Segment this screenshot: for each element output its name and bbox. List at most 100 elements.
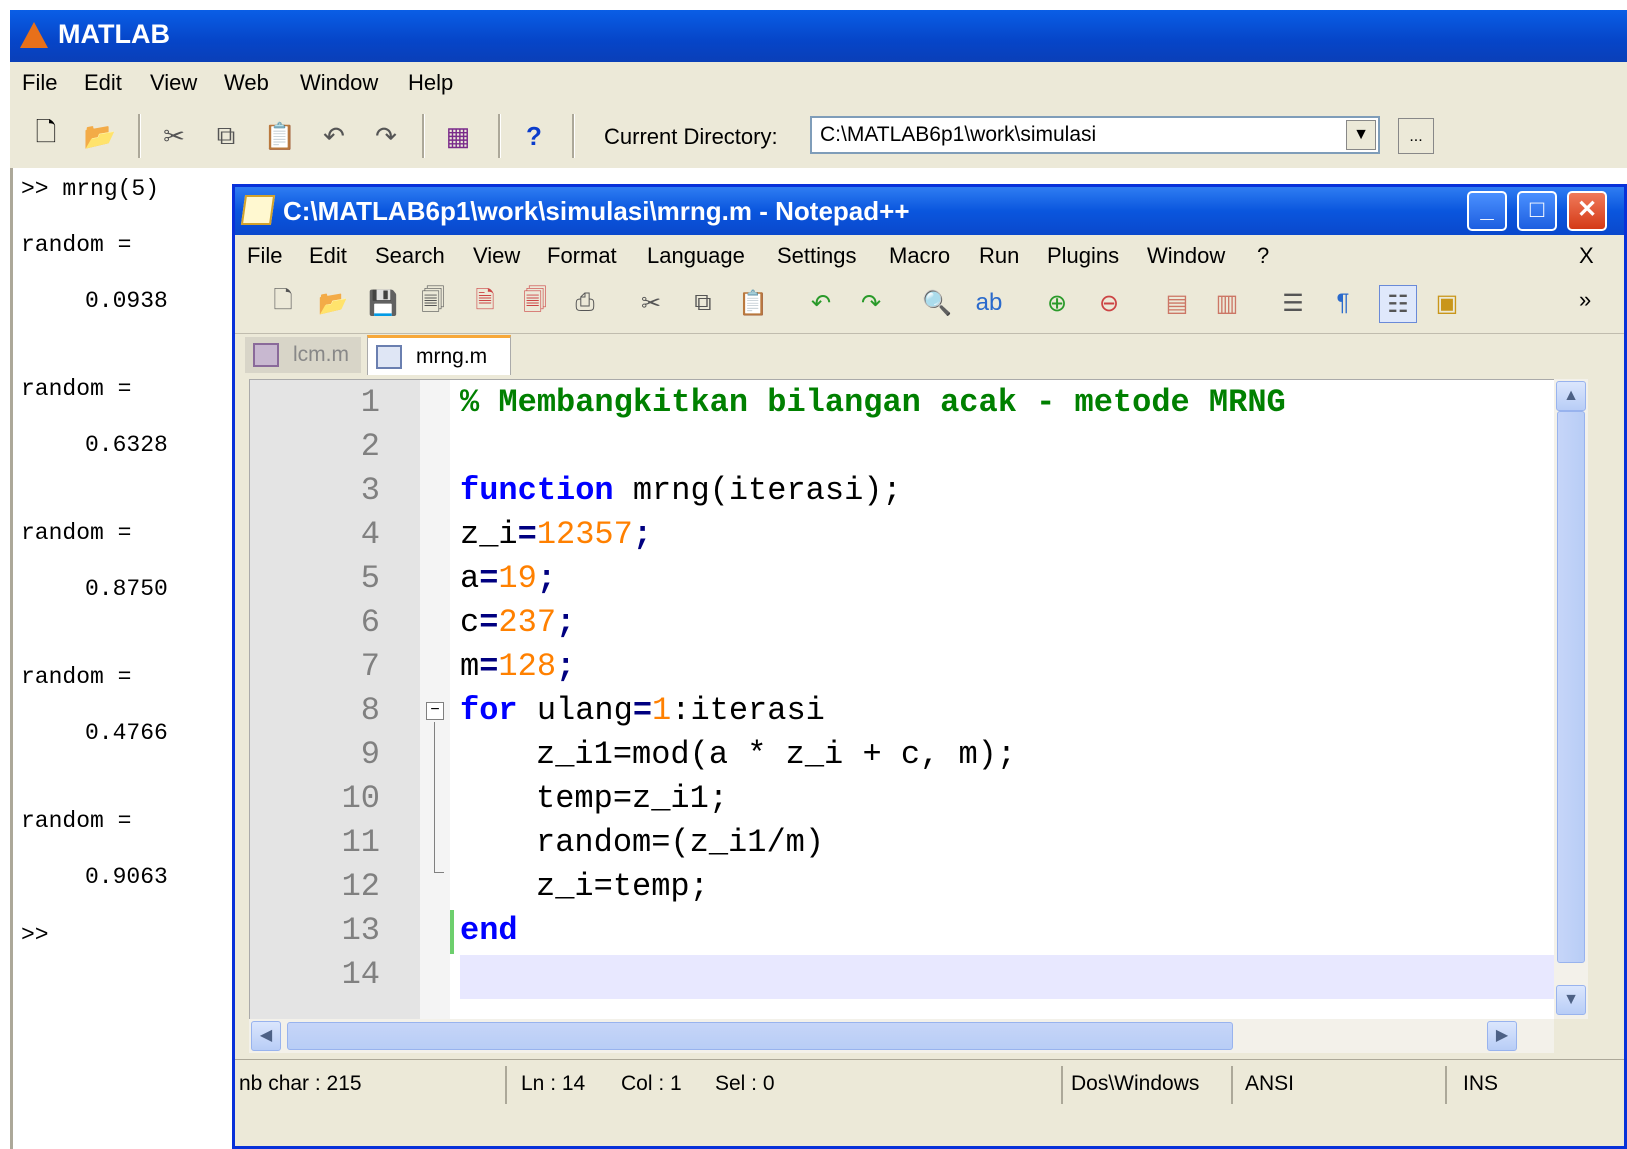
vertical-scroll-thumb[interactable] <box>1557 411 1585 963</box>
matlab-menu-view[interactable]: View <box>150 70 197 96</box>
fold-line <box>434 722 435 872</box>
undo-icon[interactable]: ↶ <box>803 285 839 321</box>
paste-icon[interactable]: 📋 <box>735 285 771 321</box>
sync-horizontal-icon[interactable]: ▥ <box>1209 285 1245 321</box>
line-number: 6 <box>360 604 380 641</box>
cut-icon[interactable]: ✂ <box>156 118 192 154</box>
show-all-characters-icon[interactable]: ¶ <box>1325 285 1361 321</box>
new-file-icon[interactable]: 🗋 <box>265 285 301 321</box>
minimize-button[interactable]: _ <box>1467 191 1507 231</box>
paste-icon[interactable]: 📋 <box>262 118 298 154</box>
toolbar-overflow-button[interactable]: » <box>1579 287 1591 313</box>
redo-icon[interactable]: ↷ <box>368 118 404 154</box>
copy-icon[interactable]: ⧉ <box>685 285 721 321</box>
notepad-menu-help[interactable]: ? <box>1257 243 1269 269</box>
notepad-menu-plugins[interactable]: Plugins <box>1047 243 1119 269</box>
open-file-icon[interactable]: 📂 <box>315 285 351 321</box>
fold-toggle-icon[interactable]: − <box>426 702 444 720</box>
notepad-title-bar[interactable]: C:\MATLAB6p1\work\simulasi\mrng.m - Note… <box>235 187 1624 235</box>
indent-guide-icon[interactable]: ☷ <box>1379 285 1417 323</box>
matlab-menu-file[interactable]: File <box>22 70 57 96</box>
tab-lcm-m[interactable]: lcm.m <box>245 337 361 373</box>
code-text: z_i <box>460 516 518 553</box>
code-line-4: z_i=12357; <box>460 516 653 553</box>
notepad-menu-settings[interactable]: Settings <box>777 243 857 269</box>
notepad-menu-macro[interactable]: Macro <box>889 243 950 269</box>
horizontal-scroll-thumb[interactable] <box>287 1022 1233 1050</box>
open-folder-icon[interactable]: 📂 <box>82 118 118 154</box>
code-text: a <box>460 560 480 597</box>
close-file-icon[interactable]: 🗎 <box>467 285 503 321</box>
status-bar: nb char : 215 Ln : 14 Col : 1 Sel : 0 Do… <box>235 1059 1624 1108</box>
tab-mrng-m[interactable]: mrng.m <box>367 335 511 375</box>
line-number: 1 <box>360 384 380 421</box>
save-all-icon[interactable]: 🗐 <box>415 285 451 321</box>
matlab-menu-help[interactable]: Help <box>408 70 453 96</box>
vertical-scrollbar[interactable]: ▲ ▼ <box>1554 379 1588 1019</box>
notepad-title: C:\MATLAB6p1\work\simulasi\mrng.m - Note… <box>283 196 910 226</box>
file-icon <box>376 344 402 369</box>
help-icon[interactable]: ? <box>516 118 552 154</box>
copy-icon[interactable]: ⧉ <box>208 118 244 154</box>
tab-label: mrng.m <box>416 344 488 368</box>
notepad-menu-bar: File Edit Search View Format Language Se… <box>235 235 1624 277</box>
number: 237 <box>498 604 557 641</box>
close-document-button[interactable]: X <box>1579 243 1594 269</box>
matlab-menu-web[interactable]: Web <box>224 70 269 96</box>
user-defined-language-icon[interactable]: ▣ <box>1429 285 1465 321</box>
replace-icon[interactable]: ab <box>971 285 1007 321</box>
status-separator <box>505 1066 507 1104</box>
status-selection: Sel : 0 <box>715 1072 775 1095</box>
notepad-menu-view[interactable]: View <box>473 243 520 269</box>
notepad-menu-file[interactable]: File <box>247 243 282 269</box>
command-output: 0.0938 <box>85 288 168 314</box>
simulink-icon[interactable]: ▦ <box>440 118 476 154</box>
toolbar-separator <box>422 114 425 158</box>
code-line-8: for ulang=1:iterasi <box>460 692 825 729</box>
matlab-menu-edit[interactable]: Edit <box>84 70 122 96</box>
scroll-up-icon[interactable]: ▲ <box>1556 381 1586 411</box>
new-file-icon[interactable]: 🗋 <box>28 117 64 154</box>
redo-icon[interactable]: ↷ <box>853 285 889 321</box>
current-directory-select[interactable]: C:\MATLAB6p1\work\simulasi ▼ <box>810 116 1380 154</box>
notepad-menu-language[interactable]: Language <box>647 243 745 269</box>
find-icon[interactable]: 🔍 <box>919 285 955 321</box>
status-line: Ln : 14 <box>521 1072 586 1095</box>
save-icon[interactable]: 💾 <box>365 285 401 321</box>
code-line-1: % Membangkitkan bilangan acak - metode M… <box>460 384 1286 421</box>
zoom-in-icon[interactable]: ⊕ <box>1039 285 1075 321</box>
scroll-right-icon[interactable]: ▶ <box>1487 1021 1517 1051</box>
notepad-toolbar: 🗋 📂 💾 🗐 🗎 🗐 ⎙ ✂ ⧉ 📋 ↶ ↷ 🔍 ab ⊕ ⊖ ▤ ▥ ☰ ¶… <box>235 277 1624 334</box>
notepad-menu-format[interactable]: Format <box>547 243 617 269</box>
matlab-title: MATLAB <box>58 19 170 49</box>
undo-icon[interactable]: ↶ <box>316 118 352 154</box>
chevron-down-icon[interactable]: ▼ <box>1346 120 1376 150</box>
matlab-title-bar[interactable]: MATLAB <box>10 10 1627 62</box>
notepad-menu-search[interactable]: Search <box>375 243 445 269</box>
print-icon[interactable]: ⎙ <box>567 285 603 321</box>
file-icon <box>253 343 279 367</box>
line-number: 10 <box>341 780 380 817</box>
cut-icon[interactable]: ✂ <box>633 285 669 321</box>
maximize-button[interactable]: □ <box>1517 191 1557 231</box>
close-button[interactable]: ✕ <box>1567 191 1607 231</box>
notepad-menu-window[interactable]: Window <box>1147 243 1225 269</box>
browse-directory-button[interactable]: ... <box>1398 118 1434 154</box>
tab-bar: lcm.m mrng.m <box>235 333 1624 375</box>
matlab-menu-window[interactable]: Window <box>300 70 378 96</box>
horizontal-scrollbar[interactable]: ◀ ▶ <box>249 1019 1554 1053</box>
notepad-menu-run[interactable]: Run <box>979 243 1019 269</box>
notepad-menu-edit[interactable]: Edit <box>309 243 347 269</box>
tab-label: lcm.m <box>293 343 349 366</box>
command-prompt[interactable]: >> <box>21 922 49 948</box>
zoom-out-icon[interactable]: ⊖ <box>1091 285 1127 321</box>
close-all-icon[interactable]: 🗐 <box>517 285 553 321</box>
word-wrap-icon[interactable]: ☰ <box>1275 285 1311 321</box>
line-number: 5 <box>360 560 380 597</box>
sync-vertical-icon[interactable]: ▤ <box>1159 285 1195 321</box>
current-directory-value: C:\MATLAB6p1\work\simulasi <box>820 123 1097 146</box>
scroll-left-icon[interactable]: ◀ <box>251 1021 281 1051</box>
code-editor[interactable]: 1 2 3 4 5 6 7 8 9 10 11 12 13 14 − % Mem… <box>249 379 1554 1019</box>
scroll-down-icon[interactable]: ▼ <box>1556 985 1586 1015</box>
code-text: mrng(iterasi); <box>613 472 902 509</box>
